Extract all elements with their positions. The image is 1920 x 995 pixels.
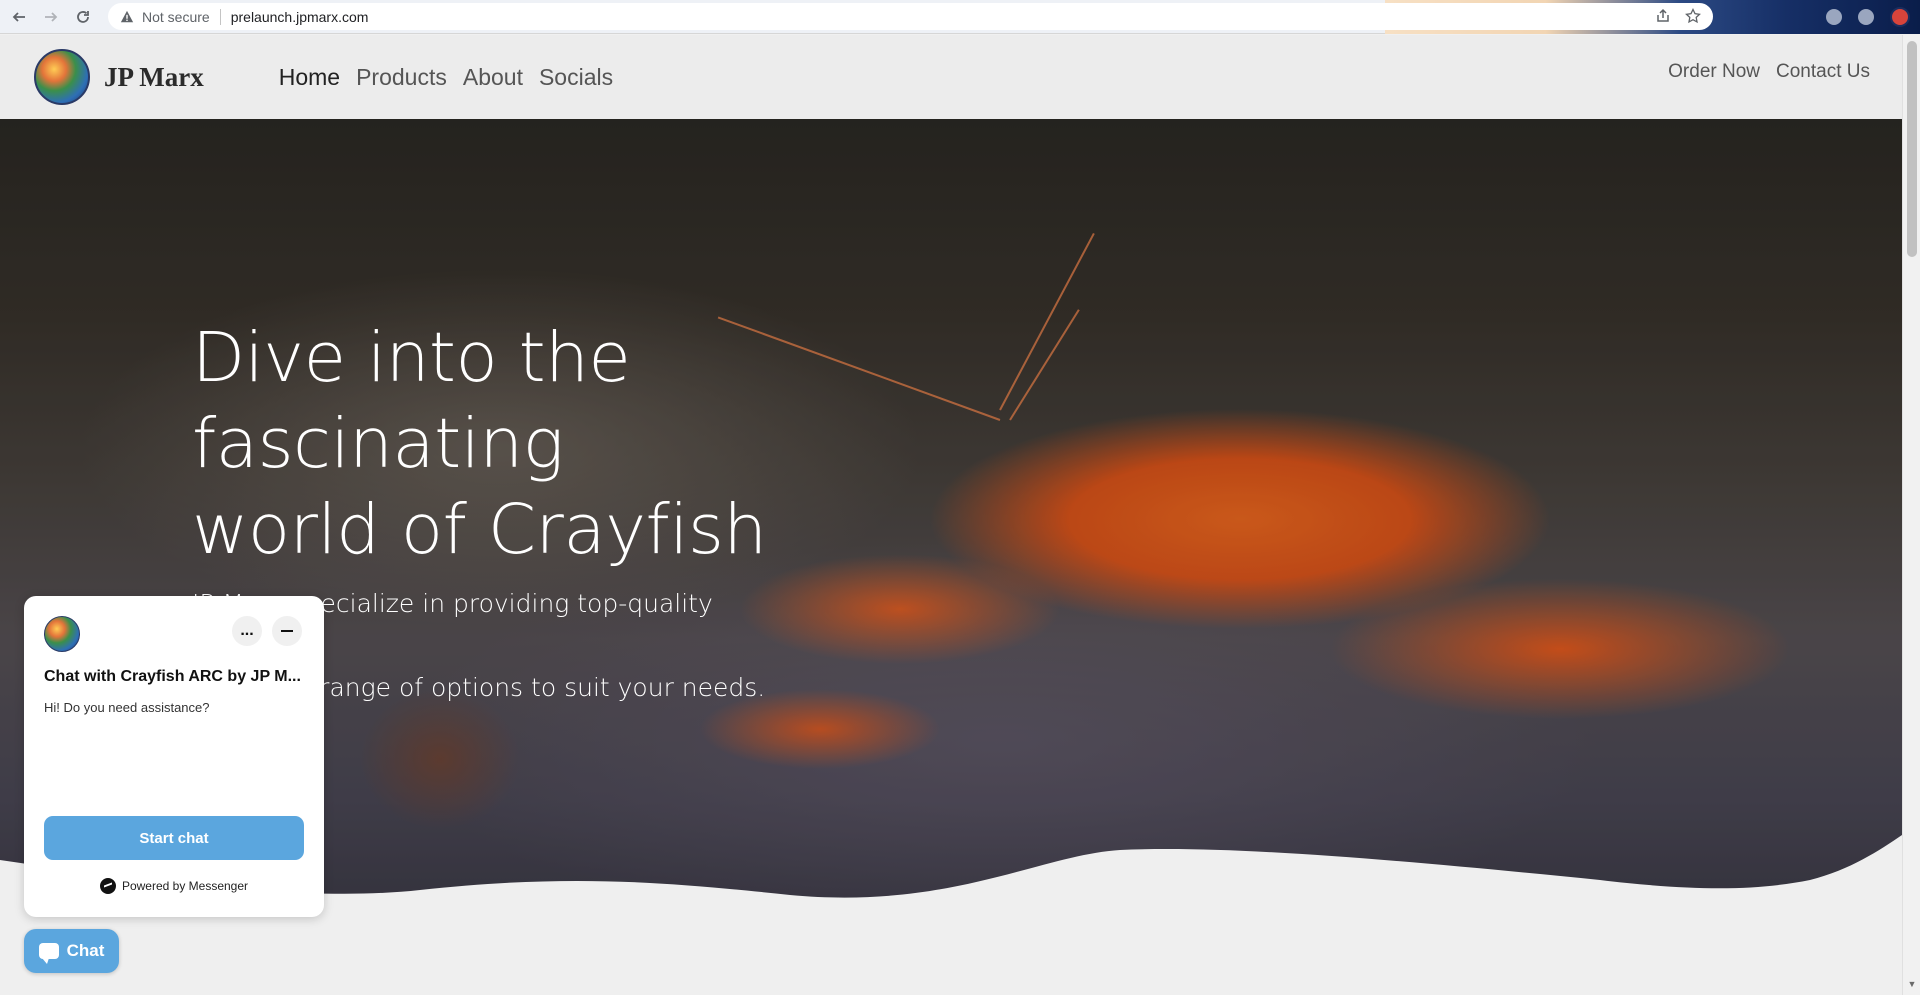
page-scrollbar[interactable]: ▼ <box>1902 35 1920 995</box>
share-icon[interactable] <box>1655 8 1671 24</box>
page-avatar <box>44 616 80 652</box>
back-icon <box>12 11 25 22</box>
omnibox-actions <box>1655 8 1701 24</box>
url-text[interactable]: prelaunch.jpmarx.com <box>231 9 369 25</box>
more-options-button[interactable]: ... <box>232 616 262 646</box>
forward-icon <box>45 11 58 22</box>
nav-products[interactable]: Products <box>356 64 447 91</box>
profile-avatar[interactable] <box>1890 7 1910 27</box>
site-header: JP Marx Home Products About Socials Orde… <box>0 35 1902 119</box>
hero-title-line1: Dive into the fascinating <box>192 318 631 484</box>
minimize-icon <box>281 630 293 632</box>
forward-button[interactable] <box>38 4 64 30</box>
security-label[interactable]: Not secure <box>142 9 210 25</box>
nav-about[interactable]: About <box>463 64 523 91</box>
brand-name: JP Marx <box>104 61 204 92</box>
hero-title-line2: world of Crayfish <box>192 490 767 570</box>
logo-icon <box>34 49 90 105</box>
reload-icon <box>77 10 89 23</box>
hero-title: Dive into the fascinating world of Crayf… <box>192 315 952 573</box>
messenger-icon <box>99 878 116 894</box>
puzzle-icon[interactable] <box>1858 9 1874 25</box>
messenger-chat-card: ... Chat with Crayfish ARC by JP M... Hi… <box>24 596 324 917</box>
chat-bubble-icon <box>38 943 59 964</box>
main-nav: Home Products About Socials <box>279 64 613 91</box>
crayfish-antenna <box>1009 309 1080 421</box>
nav-contact-us[interactable]: Contact Us <box>1776 61 1870 83</box>
star-icon[interactable] <box>1685 8 1701 24</box>
extension-icon[interactable] <box>1826 9 1842 25</box>
chat-greeting: Hi! Do you need assistance? <box>44 700 210 715</box>
minimize-button[interactable] <box>272 616 302 646</box>
warning-icon[interactable] <box>120 10 134 24</box>
logo-link[interactable]: JP Marx <box>34 49 204 105</box>
start-chat-button[interactable]: Start chat <box>44 816 304 860</box>
chat-launcher-label: Chat <box>66 941 105 960</box>
browser-toolbar: Not secure prelaunch.jpmarx.com <box>0 0 1920 34</box>
scroll-down-icon[interactable]: ▼ <box>1907 979 1917 989</box>
powered-by-messenger: Powered by Messenger <box>24 878 324 894</box>
secondary-nav: Order Now Contact Us <box>1668 61 1870 83</box>
nav-home[interactable]: Home <box>279 64 340 91</box>
omnibox-separator <box>219 8 221 25</box>
chat-launcher-button[interactable]: Chat <box>24 929 119 973</box>
nav-order-now[interactable]: Order Now <box>1668 61 1760 83</box>
extension-area <box>1826 7 1910 27</box>
scrollbar-thumb[interactable] <box>1907 41 1917 257</box>
reload-button[interactable] <box>70 4 96 30</box>
chat-title: Chat with Crayfish ARC by JP M... <box>44 668 301 685</box>
crayfish-antenna <box>999 232 1095 411</box>
address-bar[interactable]: Not secure prelaunch.jpmarx.com <box>108 3 1713 30</box>
back-button[interactable] <box>6 4 32 30</box>
nav-socials[interactable]: Socials <box>539 64 613 91</box>
powered-label: Powered by Messenger <box>121 879 249 893</box>
